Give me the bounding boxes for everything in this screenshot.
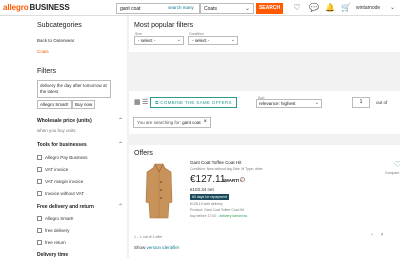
checkbox-vat-invoice[interactable]	[37, 167, 42, 172]
filters-title: Filters	[37, 68, 57, 75]
condition-select-value: - select -	[192, 38, 210, 43]
search-button[interactable]: SEARCH	[256, 3, 283, 14]
category-select[interactable]: Coats ⌄	[200, 3, 254, 14]
show-version-line: Show version identifier	[134, 245, 180, 250]
favorite-heart-icon[interactable]: ♡	[394, 160, 400, 169]
subcategories-title: Subcategories	[37, 22, 82, 29]
delivery-info: buy before 17:00 - delivery tomorrow	[190, 214, 248, 218]
delivery-filter-chip[interactable]: delivery the day after tomorrow at the l…	[37, 80, 111, 98]
product-image[interactable]	[145, 162, 173, 220]
heart-icon[interactable]: ♡	[292, 3, 302, 13]
chevron-down-icon: ⌄	[176, 37, 181, 43]
free-delivery-title[interactable]: Free delivery and return	[37, 204, 94, 210]
cart-icon[interactable]: 🛒	[341, 3, 351, 13]
condition-select[interactable]: - select - ⌄	[188, 36, 238, 45]
chevron-up-icon[interactable]: ⌃	[118, 117, 123, 124]
product-net-price: €103.34 net	[190, 187, 214, 192]
chevron-down-icon: ⌄	[314, 100, 319, 106]
price-with-delivery: €128.19 with delivery	[190, 202, 223, 206]
buy-now-chip[interactable]: Buy now	[72, 100, 96, 109]
sort-select[interactable]: relevance: highest ⌄	[256, 99, 322, 108]
sort-select-value: relevance: highest	[259, 101, 296, 106]
checkbox-label: Invoice without VAT	[45, 191, 85, 196]
size-select-value: - select -	[138, 38, 156, 43]
checkbox-label: Allegro Smart!	[45, 216, 74, 221]
chevron-right-icon[interactable]: ›	[381, 232, 383, 238]
checkbox-free-return[interactable]	[37, 240, 42, 245]
page-of-label: out of	[376, 100, 388, 105]
offers-title: Offers	[134, 150, 153, 157]
list-view-icon[interactable]: ☰	[142, 98, 148, 106]
product-name-line: Product: Gant Coat Toffee Coat Hit	[190, 208, 244, 212]
chevron-up-icon[interactable]: ⌃	[118, 203, 123, 210]
checkbox-free-delivery[interactable]	[37, 228, 42, 233]
repayment-badge: 60 days for repayment	[190, 194, 229, 200]
checkbox-label: free delivery	[45, 228, 70, 233]
checkbox-label: Allegro Pay Business	[45, 155, 88, 160]
chat-icon[interactable]: 💬	[309, 3, 319, 13]
allegro-business-logo[interactable]: allegroBUSINESS	[3, 3, 70, 12]
search-many-link[interactable]: search many	[168, 5, 194, 10]
chevron-down-icon[interactable]: ⌄	[390, 4, 395, 11]
top-header: allegroBUSINESS gant coat search many Co…	[0, 0, 400, 16]
category-select-value: Coats	[204, 6, 218, 12]
chevron-down-icon: ⌄	[244, 6, 250, 12]
product-price: €127.11	[190, 174, 226, 185]
checkbox-label: VAT invoice	[45, 167, 69, 172]
chevron-down-icon: ⌄	[230, 37, 235, 43]
page-number-input[interactable]: 1	[352, 97, 370, 108]
chevron-up-icon[interactable]: ⌃	[118, 141, 123, 148]
tools-title[interactable]: Tools for businesses	[37, 142, 87, 148]
checkbox-label: VAT margin invoice	[45, 179, 84, 184]
delivery-time-title[interactable]: Delivery time	[37, 252, 68, 258]
bell-icon[interactable]: 🔔	[325, 3, 335, 13]
sidebar	[0, 16, 127, 258]
allegro-smart-chip[interactable]: Allegro Smart!	[37, 100, 72, 109]
pagination-summary: 1 – 1 out of 1 offer	[134, 235, 163, 239]
user-menu[interactable]: wintamode	[356, 5, 380, 11]
checkbox-vat-margin-invoice[interactable]	[37, 179, 42, 184]
combine-offers-button[interactable]: ⧉ COMBINE THE SAME OFFERS	[150, 97, 237, 108]
checkbox-allegro-pay-business[interactable]	[37, 155, 42, 160]
chevron-left-icon[interactable]: ‹	[371, 232, 373, 238]
search-term-chip[interactable]: You are searching for: gant coat ×	[133, 117, 211, 128]
checkbox-invoice-without-vat[interactable]	[37, 191, 42, 196]
size-select[interactable]: - select - ⌄	[134, 36, 184, 45]
checkbox-allegro-smart[interactable]	[37, 216, 42, 221]
product-title[interactable]: Gant Coat Toffee Coat Hit	[190, 160, 241, 165]
close-icon[interactable]: ×	[203, 118, 207, 127]
compare-link[interactable]: Compare	[385, 171, 399, 175]
info-icon[interactable]: i	[240, 177, 245, 182]
grid-view-icon[interactable]: ▦	[134, 98, 141, 106]
wholesale-title[interactable]: Wholesale price (units)	[37, 118, 92, 124]
back-to-outerwear-link[interactable]: Back to Outerwear	[37, 38, 74, 43]
wholesale-subtitle: when you buy units	[37, 128, 76, 133]
version-identifier-link[interactable]: version identifier	[147, 245, 180, 250]
product-meta: Condition: New without tag Size: M Type:…	[190, 167, 263, 171]
checkbox-label: free return	[45, 240, 66, 245]
popular-filters-title: Most popular filters	[134, 22, 194, 29]
current-category[interactable]: Coats	[37, 49, 49, 54]
